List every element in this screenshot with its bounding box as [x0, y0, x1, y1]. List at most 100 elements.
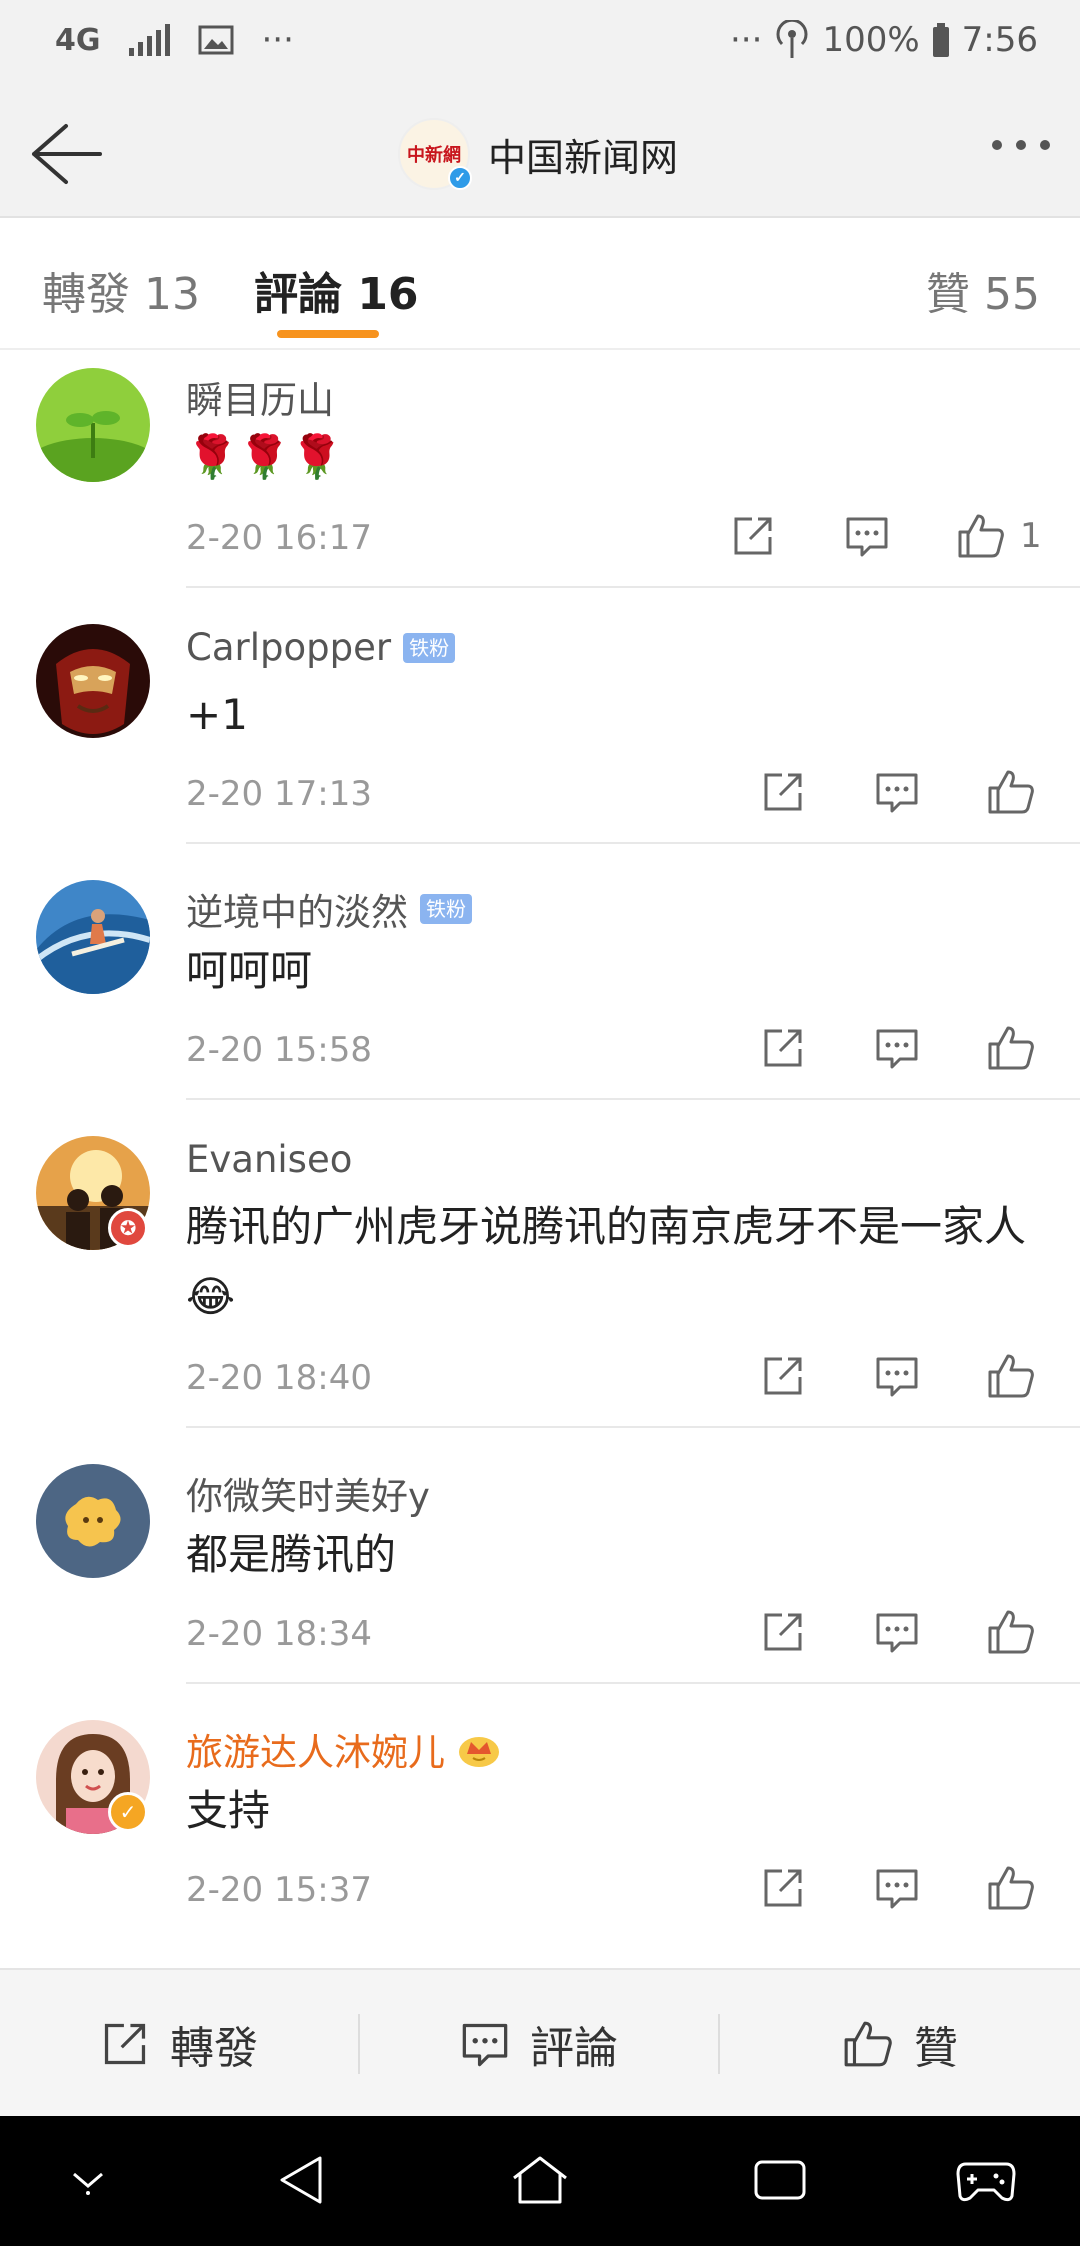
tab-reposts[interactable]: 轉發 13 — [42, 258, 200, 322]
comment-actions — [760, 1608, 1036, 1656]
comment-time: 2-20 15:58 — [186, 1030, 372, 1070]
author-name: Carlpopper — [186, 626, 392, 669]
more-notifications-icon: ··· — [261, 20, 294, 60]
comment-time: 2-20 15:37 — [186, 1870, 372, 1910]
gallery-icon — [198, 25, 233, 55]
comment-item: ✪ Evaniseo 腾讯的广州虎牙说腾讯的南京虎牙不是一家人😂 2-20 18… — [0, 1100, 1080, 1428]
repost-icon — [104, 2023, 146, 2065]
comment-text: 腾讯的广州虎牙说腾讯的南京虎牙不是一家人😂 — [186, 1202, 1027, 1321]
author-name: Evaniseo — [186, 1138, 353, 1181]
like-icon[interactable] — [986, 1352, 1036, 1400]
hide-keyboard-icon[interactable] — [66, 2166, 110, 2196]
avatar[interactable] — [36, 1464, 150, 1578]
comment-label: 評論 — [530, 2023, 618, 2074]
fan-badge: 铁粉 — [403, 632, 456, 663]
comment-text: +1 — [186, 690, 248, 739]
like-icon[interactable] — [986, 1608, 1036, 1656]
comment-author[interactable]: 逆境中的淡然 铁粉 — [186, 882, 472, 936]
signal-icon — [128, 24, 170, 56]
comment-actions — [760, 1352, 1036, 1400]
more-options-icon[interactable] — [992, 140, 1050, 150]
comment-item: ✓ 旅游达人沐婉儿 支持 2-20 15:37 — [0, 1684, 1080, 1940]
comment-text: 都是腾讯的 — [186, 1530, 397, 1579]
avatar[interactable]: ✪ — [36, 1136, 150, 1250]
avatar[interactable] — [36, 368, 150, 482]
active-tab-indicator — [277, 330, 379, 338]
back-nav-icon[interactable] — [276, 2154, 326, 2206]
avatar[interactable] — [36, 880, 150, 994]
like-button[interactable]: 贊 — [720, 1970, 1080, 2118]
verified-red-icon: ✪ — [108, 1208, 148, 1248]
comment-time: 2-20 18:34 — [186, 1614, 372, 1654]
author-name: 旅游达人沐婉儿 — [186, 1731, 445, 1774]
recent-apps-icon[interactable] — [752, 2154, 808, 2206]
tab-likes[interactable]: 贊 55 — [926, 258, 1040, 322]
game-controller-icon[interactable] — [956, 2154, 1016, 2206]
author-name: 瞬目历山 — [186, 379, 334, 422]
top-app-bar: 中新網 ✓ 中国新闻网 — [0, 92, 1080, 218]
like-count: 1 — [1020, 516, 1042, 556]
comment-actions: 1 — [730, 512, 1042, 560]
system-navigation-bar — [0, 2116, 1080, 2246]
repost-icon[interactable] — [760, 1025, 806, 1071]
comment-time: 2-20 18:40 — [186, 1358, 372, 1398]
repost-icon[interactable] — [760, 769, 806, 815]
reply-icon[interactable] — [874, 1865, 920, 1911]
tab-bar: 轉發 13 評論 16 贊 55 — [0, 218, 1080, 350]
comment-author[interactable]: Evaniseo — [186, 1138, 352, 1181]
like-icon[interactable] — [986, 1864, 1036, 1912]
verified-icon: ✓ — [448, 166, 472, 190]
comment-icon — [462, 2023, 508, 2067]
reply-icon[interactable] — [874, 1353, 920, 1399]
reply-icon[interactable] — [874, 1609, 920, 1655]
comment-actions — [760, 1024, 1036, 1072]
back-arrow-icon[interactable] — [28, 118, 104, 190]
comment-time: 2-20 16:17 — [186, 518, 372, 558]
tab-comments[interactable]: 評論 16 — [254, 258, 419, 322]
repost-icon[interactable] — [760, 1609, 806, 1655]
account-avatar[interactable]: 中新網 ✓ — [398, 118, 472, 190]
more-status-icon: ··· — [730, 20, 763, 60]
repost-icon[interactable] — [760, 1865, 806, 1911]
comment-author[interactable]: Carlpopper 铁粉 — [186, 626, 456, 669]
repost-icon[interactable] — [760, 1353, 806, 1399]
reply-icon[interactable] — [874, 769, 920, 815]
comment-item: 你微笑时美好y 都是腾讯的 2-20 18:34 — [0, 1428, 1080, 1684]
comment-author[interactable]: 你微笑时美好y — [186, 1466, 430, 1520]
home-nav-icon[interactable] — [510, 2154, 570, 2206]
battery-percent: 100% — [822, 20, 920, 60]
hotspot-icon — [776, 20, 808, 58]
avatar[interactable]: ✓ — [36, 1720, 150, 1834]
comment-author[interactable]: 瞬目历山 — [186, 370, 334, 424]
author-name: 逆境中的淡然 — [186, 891, 408, 934]
author-name: 你微笑时美好y — [186, 1475, 430, 1518]
repost-label: 轉發 — [170, 2023, 258, 2074]
repost-icon[interactable] — [730, 513, 776, 559]
bottom-action-bar: 轉發 評論 贊 — [0, 1968, 1080, 2116]
vip-crown-icon — [459, 1737, 499, 1767]
reply-icon[interactable] — [844, 513, 890, 559]
repost-button[interactable]: 轉發 — [0, 1970, 358, 2118]
comment-item: 逆境中的淡然 铁粉 呵呵呵 2-20 15:58 — [0, 844, 1080, 1100]
comment-text: 呵呵呵 — [186, 946, 313, 995]
battery-icon — [932, 23, 949, 57]
status-bar: 4G ··· ··· 100% 7:56 — [0, 0, 1080, 92]
comment-item: Carlpopper 铁粉 +1 2-20 17:13 — [0, 588, 1080, 844]
network-indicator: 4G — [55, 22, 101, 58]
comment-button[interactable]: 評論 — [360, 1970, 718, 2118]
comment-actions — [760, 1864, 1036, 1912]
like-icon[interactable] — [986, 1024, 1036, 1072]
clock: 7:56 — [961, 20, 1038, 60]
comment-text: 支持 — [186, 1786, 271, 1835]
comment-text: 🌹🌹🌹 — [186, 432, 343, 481]
logo-text: 中新網 — [407, 145, 461, 166]
comment-author[interactable]: 旅游达人沐婉儿 — [186, 1722, 501, 1776]
like-icon[interactable] — [956, 512, 1006, 560]
like-icon — [844, 2021, 892, 2067]
like-icon[interactable] — [986, 768, 1036, 816]
verified-yellow-icon: ✓ — [108, 1792, 148, 1832]
reply-icon[interactable] — [874, 1025, 920, 1071]
comment-time: 2-20 17:13 — [186, 774, 372, 814]
avatar[interactable] — [36, 624, 150, 738]
account-header[interactable]: 中新網 ✓ 中国新闻网 — [398, 118, 678, 190]
